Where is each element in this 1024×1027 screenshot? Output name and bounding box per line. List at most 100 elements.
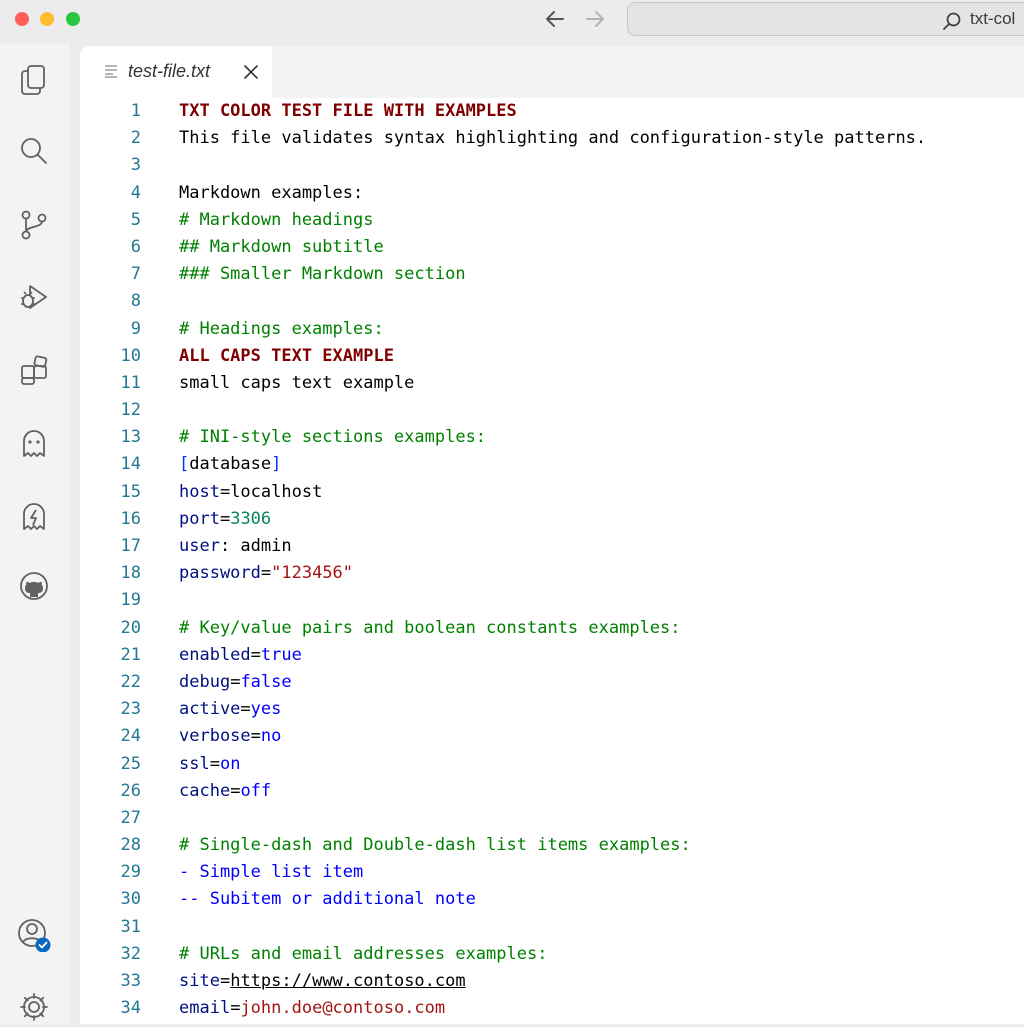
line-text: password="123456" xyxy=(179,560,353,587)
activity-run-debug[interactable] xyxy=(14,277,54,317)
code-line[interactable]: 2 This file validates syntax highlighting… xyxy=(80,125,1024,152)
activity-search[interactable] xyxy=(14,131,54,171)
close-icon[interactable] xyxy=(242,63,260,81)
code-line[interactable]: 3 xyxy=(80,152,1024,179)
token-comment: # Key/value pairs and boolean constants … xyxy=(179,617,681,638)
line-text: - Simple list item xyxy=(179,859,363,886)
line-text: verbose=no xyxy=(179,723,281,750)
search-icon xyxy=(21,138,47,164)
token-plain: = xyxy=(230,780,241,801)
token-kw: no xyxy=(260,726,282,747)
code-line[interactable]: 9 # Headings examples: xyxy=(80,316,1024,343)
extensions-icon xyxy=(21,355,48,385)
code-line[interactable]: 14 [database] xyxy=(80,451,1024,478)
maximize-window-button[interactable] xyxy=(66,12,80,26)
code-line[interactable]: 22 debug=false xyxy=(80,669,1024,696)
code-line[interactable]: 29 - Simple list item xyxy=(80,859,1024,886)
code-line[interactable]: 33 site=https://www.contoso.com xyxy=(80,968,1024,995)
code-line[interactable]: 6 ## Markdown subtitle xyxy=(80,234,1024,261)
tab-test-file[interactable]: test-file.txt xyxy=(80,46,272,98)
code-line[interactable]: 21 enabled=true xyxy=(80,642,1024,669)
code-line[interactable]: 4 Markdown examples: xyxy=(80,180,1024,207)
line-number: 23 xyxy=(120,699,141,720)
code-line[interactable]: 8 xyxy=(80,288,1024,315)
line-number: 14 xyxy=(120,454,141,475)
line-number: 18 xyxy=(120,563,141,584)
token-comment: ### Smaller Markdown section xyxy=(179,264,466,285)
arrow-left-icon xyxy=(546,11,564,27)
go-forward-button[interactable] xyxy=(581,6,609,32)
code-line[interactable]: 32 # URLs and email addresses examples: xyxy=(80,941,1024,968)
manage-gear-icon xyxy=(20,993,48,1021)
token-key: verbose xyxy=(179,726,251,747)
line-text: # Key/value pairs and boolean constants … xyxy=(179,615,681,642)
activity-source-control[interactable] xyxy=(14,205,54,245)
code-line[interactable]: 27 xyxy=(80,805,1024,832)
activity-accounts[interactable] xyxy=(14,915,54,955)
close-window-button[interactable] xyxy=(15,12,29,26)
code-line[interactable]: 12 xyxy=(80,397,1024,424)
token-plain: = xyxy=(230,671,241,692)
token-plain: = xyxy=(240,699,251,720)
code-line[interactable]: 23 active=yes xyxy=(80,696,1024,723)
code-line[interactable]: 30 -- Subitem or additional note xyxy=(80,886,1024,913)
command-center-label: txt-col xyxy=(970,9,1016,28)
source-control-icon xyxy=(21,210,47,240)
token-plain: =localhost xyxy=(219,481,323,502)
code-editor[interactable]: 1 TXT COLOR TEST FILE WITH EXAMPLES 2 This … xyxy=(80,98,1024,1022)
line-number: 28 xyxy=(120,835,141,856)
minimize-window-button[interactable] xyxy=(40,12,54,26)
line-number: 2 xyxy=(130,128,141,149)
code-line[interactable]: 1 TXT COLOR TEST FILE WITH EXAMPLES xyxy=(80,98,1024,125)
line-number: 25 xyxy=(120,753,141,774)
code-line[interactable]: 7 ### Smaller Markdown section xyxy=(80,261,1024,288)
code-line[interactable]: 31 xyxy=(80,914,1024,941)
code-line[interactable]: 11 small caps text example xyxy=(80,370,1024,397)
token-key: site xyxy=(179,971,220,991)
code-line[interactable]: 10 ALL CAPS TEXT EXAMPLE xyxy=(80,343,1024,370)
activity-github[interactable] xyxy=(14,566,54,606)
line-number: 15 xyxy=(120,481,141,502)
code-line[interactable]: 19 xyxy=(80,587,1024,614)
code-line[interactable]: 13 # INI-style sections examples: xyxy=(80,424,1024,451)
go-back-button[interactable] xyxy=(541,6,569,32)
activity-ghost[interactable] xyxy=(14,424,54,464)
line-text: # Markdown headings xyxy=(179,207,373,234)
code-line[interactable]: 28 # Single-dash and Double-dash list ite… xyxy=(80,832,1024,859)
token-plain: Markdown examples: xyxy=(179,182,364,203)
ghost-icon xyxy=(23,430,45,457)
tab-bar: test-file.txt xyxy=(80,46,1024,98)
code-line[interactable]: 20 # Key/value pairs and boolean constant… xyxy=(80,615,1024,642)
activity-live-share[interactable] xyxy=(14,497,54,537)
line-number: 12 xyxy=(120,400,141,421)
code-line[interactable]: 17 user: admin xyxy=(80,533,1024,560)
activity-explorer[interactable] xyxy=(14,60,54,100)
code-line[interactable]: 16 port=3306 xyxy=(80,506,1024,533)
line-text: email=john.doe@contoso.com xyxy=(179,995,445,1022)
line-number: 16 xyxy=(120,508,141,529)
run-debug-icon xyxy=(21,285,47,309)
line-number: 24 xyxy=(120,726,141,747)
code-line[interactable]: 26 cache=off xyxy=(80,778,1024,805)
line-text: [database] xyxy=(179,451,281,478)
token-key: enabled xyxy=(179,644,251,665)
line-number: 30 xyxy=(120,889,141,910)
arrow-right-icon xyxy=(586,11,604,27)
token-key: port xyxy=(179,508,220,529)
token-url[interactable]: https://www.contoso.com xyxy=(230,971,465,991)
line-text: site=https://www.contoso.com xyxy=(179,968,466,995)
line-number: 8 xyxy=(130,291,141,312)
line-text: ALL CAPS TEXT EXAMPLE xyxy=(179,343,394,370)
code-line[interactable]: 15 host=localhost xyxy=(80,479,1024,506)
code-line[interactable]: 24 verbose=no xyxy=(80,723,1024,750)
token-comment: ## Markdown subtitle xyxy=(179,236,384,257)
code-line[interactable]: 34 email=john.doe@contoso.com xyxy=(80,995,1024,1022)
code-line[interactable]: 18 password="123456" xyxy=(80,560,1024,587)
code-line[interactable]: 5 # Markdown headings xyxy=(80,207,1024,234)
tab-label: test-file.txt xyxy=(128,61,211,81)
code-line[interactable]: 25 ssl=on xyxy=(80,751,1024,778)
activity-manage[interactable] xyxy=(14,987,54,1027)
line-number: 4 xyxy=(130,182,141,203)
command-center-search[interactable]: txt-col xyxy=(627,2,1024,36)
activity-extensions[interactable] xyxy=(14,351,54,391)
